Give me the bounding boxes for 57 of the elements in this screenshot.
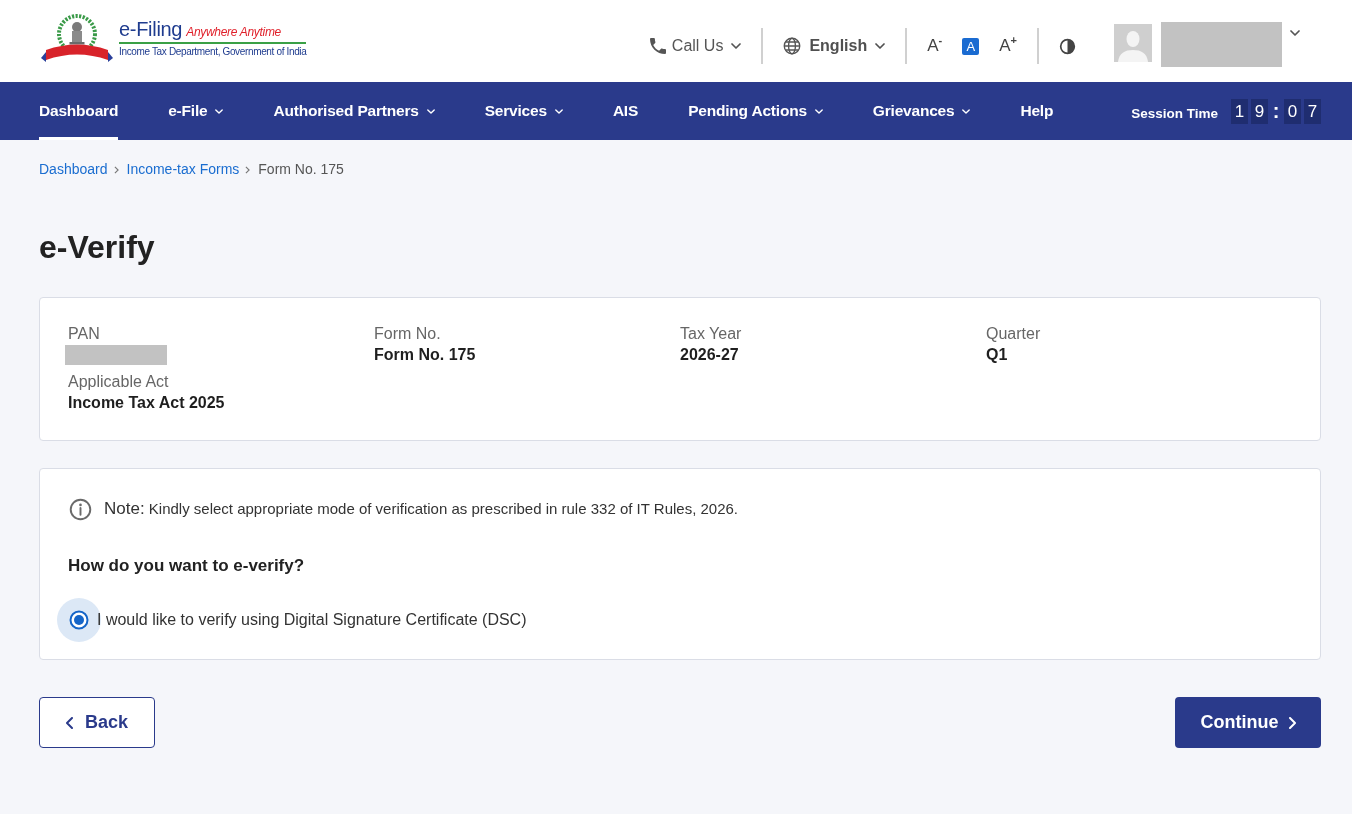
chevron-right-icon	[245, 165, 251, 174]
nav-item[interactable]: Authorised Partners	[273, 82, 435, 140]
breadcrumb-link[interactable]: Income-tax Forms	[126, 161, 240, 178]
continue-button[interactable]: Continue	[1175, 697, 1321, 748]
contrast-icon[interactable]	[1059, 37, 1076, 55]
chevron-left-icon	[66, 716, 73, 729]
radio-button[interactable]	[57, 598, 101, 642]
field-label: Form No.	[374, 324, 442, 344]
field-value: Income Tax Act 2025	[68, 393, 226, 413]
logo-tagline: Anywhere Anytime	[186, 24, 281, 39]
nav-item[interactable]: e-File	[168, 82, 224, 140]
caret-icon	[731, 43, 742, 49]
logo-subtitle: Income Tax Department, Government of India	[119, 45, 307, 57]
radio-label[interactable]: I would like to verify using Digital Signature Certificate (DSC)	[97, 611, 527, 629]
caret-icon	[426, 108, 435, 114]
caret-icon	[962, 108, 971, 114]
note-text: Note: Kindly select appropriate mode of verification as prescribed in rule 332 of IT Rules, 2026.	[104, 498, 739, 520]
nav-item[interactable]: Pending Actions	[688, 82, 823, 140]
caret-icon	[875, 43, 886, 49]
nav-item[interactable]: Dashboard	[39, 82, 119, 140]
nav-item[interactable]: Services	[484, 82, 563, 140]
text-size-button[interactable]: A	[962, 37, 980, 55]
chevron-right-icon	[1288, 716, 1296, 729]
caret-icon	[554, 108, 563, 114]
question-text: How do you want to e-verify?	[68, 555, 306, 577]
phone-icon	[649, 38, 666, 54]
nav-item[interactable]: AIS	[612, 82, 639, 140]
language-dropdown[interactable]: English	[783, 37, 886, 55]
caret-icon	[814, 108, 823, 114]
caret-icon	[215, 108, 224, 114]
text-size-button[interactable]: A$^{-}$	[927, 37, 943, 55]
field-value: 2026-27	[680, 345, 740, 365]
nav-item[interactable]: Grievances	[872, 82, 971, 140]
call-us-dropdown[interactable]: Call Us	[649, 37, 742, 55]
nav-item[interactable]: Help	[1020, 82, 1054, 140]
page-title: e-Verify	[39, 228, 156, 266]
timer-digit: 9	[1251, 98, 1268, 124]
field-value: Q1	[986, 345, 1009, 365]
back-button[interactable]: Back	[39, 697, 155, 748]
session-time-label: Session Time	[1131, 105, 1218, 121]
globe-icon	[783, 37, 802, 55]
text-size-button[interactable]: A$^{+}$	[999, 37, 1017, 55]
caret-icon[interactable]	[1290, 29, 1300, 36]
info-icon	[69, 497, 92, 521]
timer-digit: 0	[1284, 98, 1301, 124]
field-value: Form No. 175	[374, 345, 477, 365]
field-label: Applicable Act	[68, 372, 170, 392]
breadcrumb-link[interactable]: Dashboard	[39, 161, 108, 178]
field-label: PAN	[68, 324, 101, 344]
timer-digit: 1	[1231, 98, 1248, 124]
field-label: Quarter	[986, 324, 1042, 344]
timer-separator: :	[1271, 98, 1281, 124]
breadcrumb-current: Form No. 175	[258, 161, 344, 178]
chevron-right-icon	[113, 165, 119, 174]
field-label: Tax Year	[680, 324, 743, 344]
logo-title: e-Filing	[119, 17, 183, 41]
timer-digit: 7	[1304, 98, 1321, 124]
